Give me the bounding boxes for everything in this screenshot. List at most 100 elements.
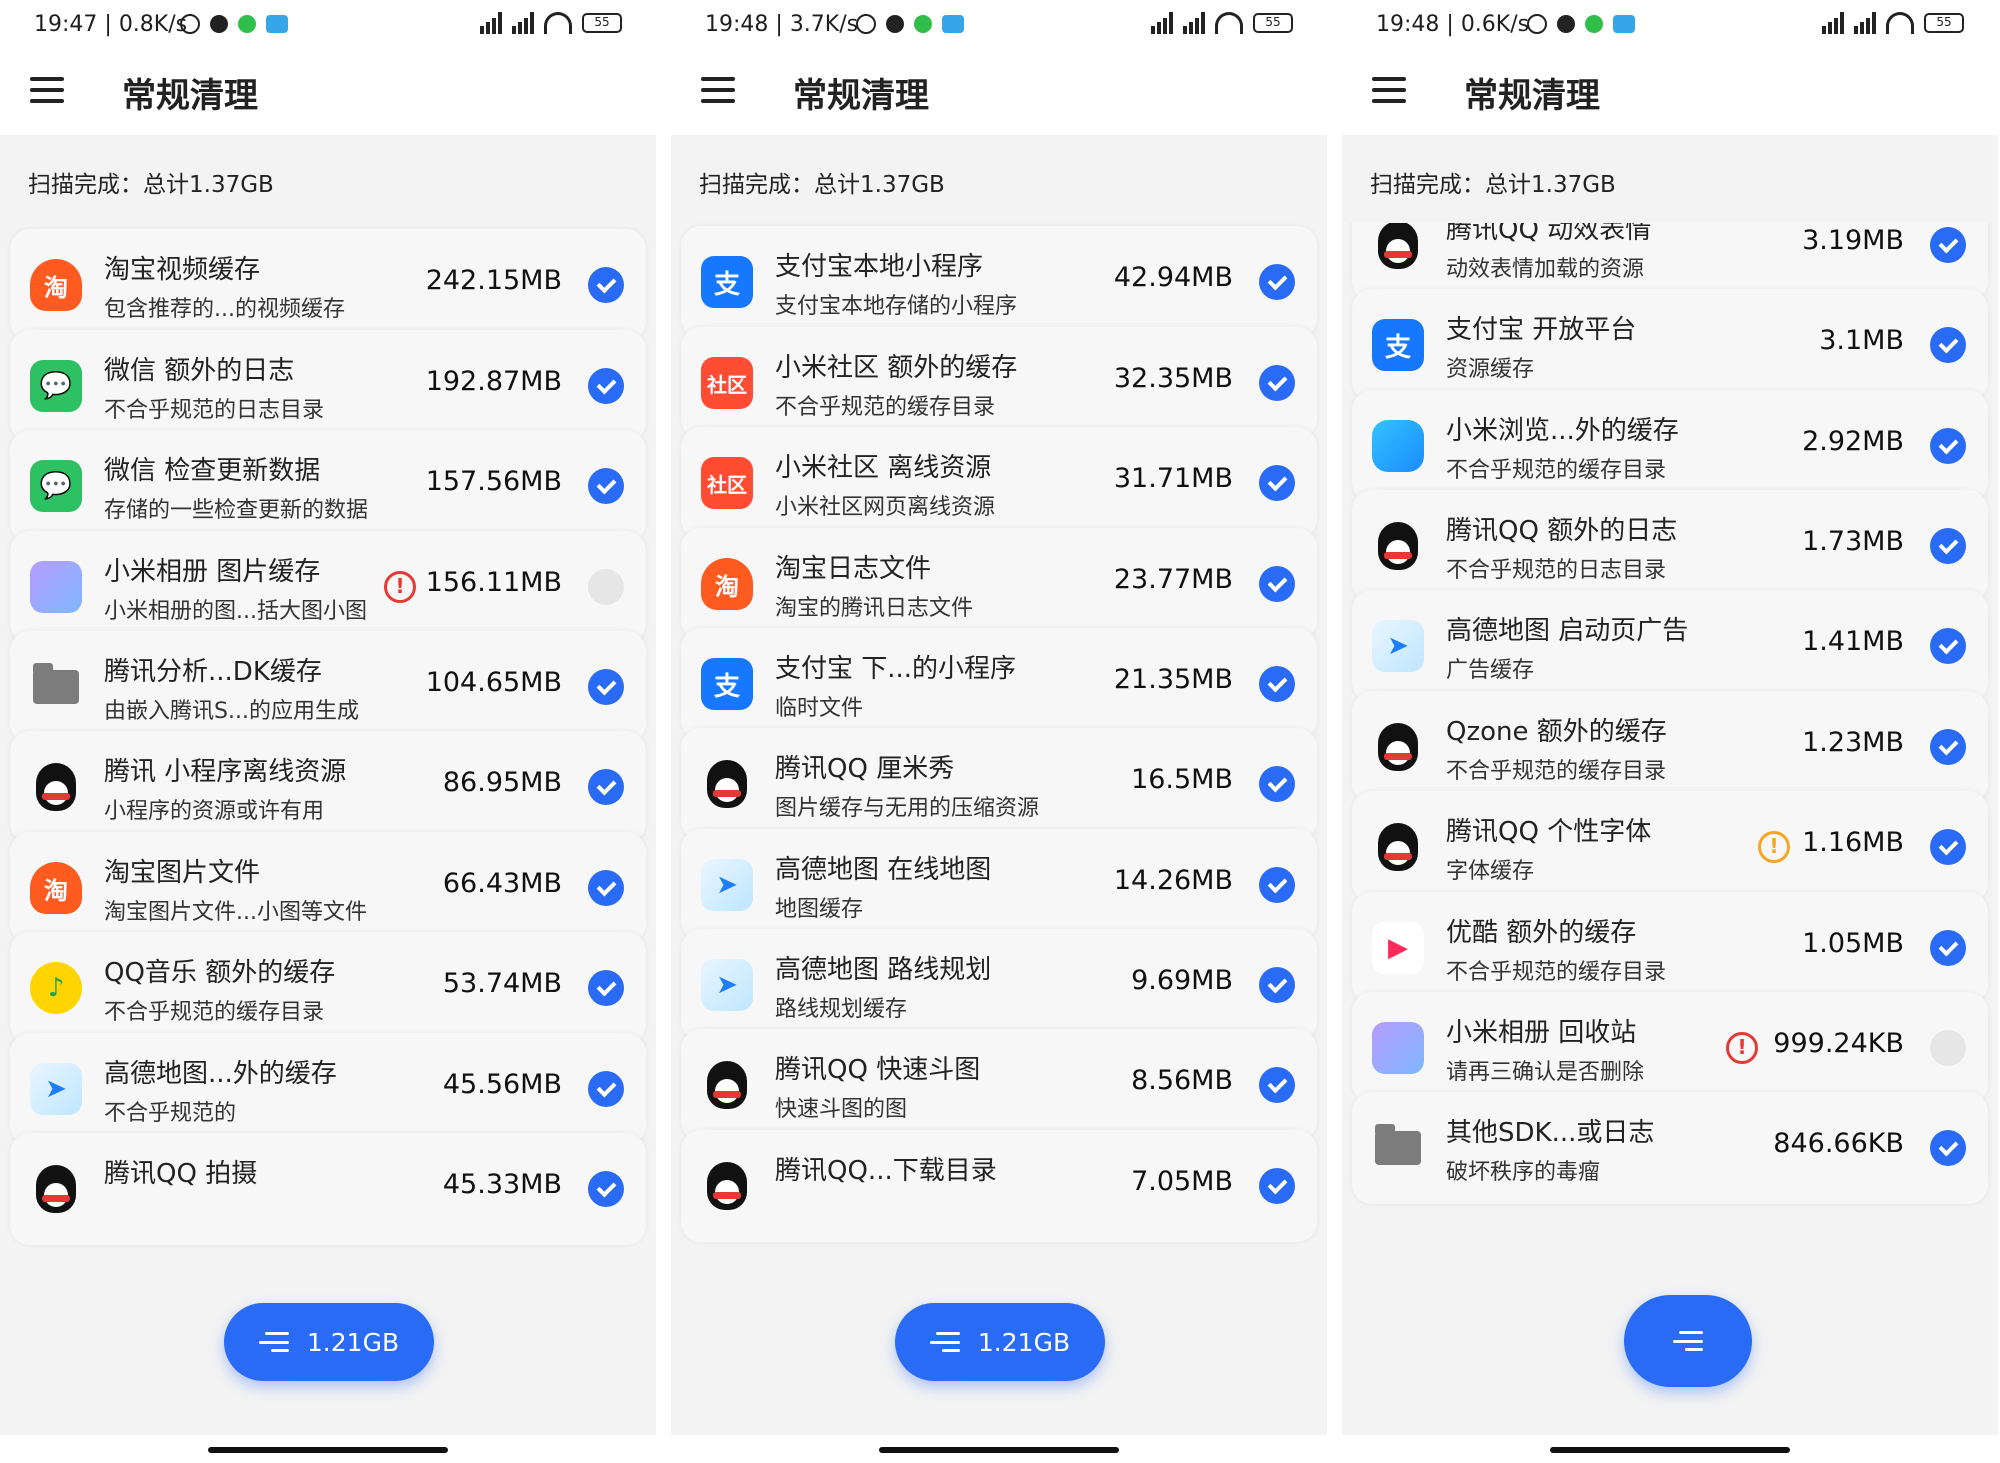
cleanup-item[interactable]: 💬 微信 检查更新数据 存储的一些检查更新的数据 157.56MB [10, 430, 646, 542]
item-title: 腾讯QQ 额外的日志 [1446, 516, 1678, 546]
checked-checkbox[interactable] [588, 1171, 624, 1207]
checked-checkbox[interactable] [1259, 566, 1295, 602]
checked-checkbox[interactable] [1259, 365, 1295, 401]
checked-checkbox[interactable] [1259, 465, 1295, 501]
cleanup-item[interactable]: 支支付宝本地小程序 支付宝本地存储的小程序 42.94MB [681, 226, 1317, 338]
warning-icon[interactable]: ! [1758, 831, 1790, 863]
checked-checkbox[interactable] [588, 1071, 624, 1107]
checked-checkbox[interactable] [1259, 264, 1295, 300]
unchecked-checkbox[interactable] [1930, 1030, 1966, 1066]
warning-icon[interactable]: ! [384, 571, 416, 603]
item-subtitle: 不合乎规范的日志目录 [1446, 558, 1667, 583]
cleanup-item[interactable]: 支支付宝 下...的小程序 临时文件 21.35MB [681, 628, 1317, 740]
item-title: 腾讯分析...DK缓存 [104, 657, 322, 687]
cleanup-item[interactable]: ➤ 高德地图 启动页广告 广告缓存 1.41MB [1352, 590, 1988, 702]
cleanup-item[interactable]: 💬 微信 额外的日志 不合乎规范的日志目录 192.87MB [10, 330, 646, 442]
clean-fab-button[interactable]: 1.21GB [895, 1303, 1105, 1381]
cleanup-item[interactable]: Qzone 额外的缓存 不合乎规范的缓存目录 1.23MB [1352, 691, 1988, 803]
qq-penguin [707, 1061, 747, 1109]
wechat-icon: 💬 [30, 360, 82, 412]
warning-icon[interactable]: ! [1726, 1032, 1758, 1064]
app-notification-icon [942, 15, 964, 33]
checked-checkbox[interactable] [588, 970, 624, 1006]
checked-checkbox[interactable] [588, 870, 624, 906]
item-subtitle: 由嵌入腾讯S...的应用生成 [104, 699, 359, 724]
unchecked-checkbox[interactable] [588, 569, 624, 605]
checked-checkbox[interactable] [1930, 428, 1966, 464]
app-notification-icon [1613, 15, 1635, 33]
item-size: 8.56MB [1131, 1065, 1233, 1096]
item-title: 支付宝 开放平台 [1446, 315, 1637, 345]
item-subtitle: 不合乎规范的 [104, 1101, 237, 1126]
checked-checkbox[interactable] [1930, 227, 1966, 263]
cleanup-item[interactable]: 社区 小米社区 离线资源 小米社区网页离线资源 31.71MB [681, 427, 1317, 539]
cleanup-item[interactable]: 小米相册 回收站 请再三确认是否删除 999.24KB! [1352, 992, 1988, 1104]
clean-fab-button[interactable] [1624, 1295, 1752, 1387]
item-title: QQ音乐 额外的缓存 [104, 958, 336, 988]
item-title: 淘宝图片文件 [104, 858, 261, 888]
phone-screen: 19:48 | 0.6K/s 55 常规清理 扫描完成：总计1.37GB 腾讯QQ 动效… [1342, 0, 1998, 1463]
status-time: 19:48 [705, 12, 769, 37]
xiaomi-album-icon [1372, 1022, 1424, 1074]
checked-checkbox[interactable] [1259, 967, 1295, 1003]
cleanup-item[interactable]: ♪ QQ音乐 额外的缓存 不合乎规范的缓存目录 53.74MB [10, 932, 646, 1044]
checked-checkbox[interactable] [1259, 867, 1295, 903]
cleanup-item[interactable]: 社区 小米社区 额外的缓存 不合乎规范的缓存目录 32.35MB [681, 327, 1317, 439]
checked-checkbox[interactable] [1930, 528, 1966, 564]
cleanup-item[interactable]: 腾讯分析...DK缓存 由嵌入腾讯S...的应用生成 104.65MB [10, 631, 646, 743]
menu-icon[interactable] [1372, 77, 1406, 103]
cleanup-item[interactable]: 腾讯QQ 额外的日志 不合乎规范的日志目录 1.73MB [1352, 490, 1988, 602]
checked-checkbox[interactable] [1930, 628, 1966, 664]
item-subtitle: 字体缓存 [1446, 859, 1535, 884]
checked-checkbox[interactable] [1930, 930, 1966, 966]
checked-checkbox[interactable] [1259, 1067, 1295, 1103]
checked-checkbox[interactable] [1930, 1130, 1966, 1166]
cleanup-item[interactable]: 其他SDK...或日志 破坏秩序的毒瘤 846.66KB [1352, 1092, 1988, 1204]
cleanup-item[interactable]: 腾讯QQ 拍摄 45.33MB [10, 1133, 646, 1245]
cleanup-item[interactable]: 淘淘宝日志文件 淘宝的腾讯日志文件 23.77MB [681, 528, 1317, 640]
item-title: 小米社区 离线资源 [775, 453, 992, 483]
cleanup-item[interactable]: 淘淘宝图片文件 淘宝图片文件...小图等文件 66.43MB [10, 832, 646, 944]
checked-checkbox[interactable] [1259, 766, 1295, 802]
cleanup-item[interactable]: 腾讯 小程序离线资源 小程序的资源或许有用 86.95MB [10, 731, 646, 843]
clean-fab-button[interactable]: 1.21GB [224, 1303, 434, 1381]
cleanup-item[interactable]: 小米相册 图片缓存 小米相册的图...括大图小图 156.11MB! [10, 531, 646, 643]
qq-icon [1372, 223, 1424, 271]
cleanup-item[interactable]: 小米浏览...外的缓存 不合乎规范的缓存目录 2.92MB [1352, 390, 1988, 502]
item-title: 淘宝日志文件 [775, 554, 932, 584]
checked-checkbox[interactable] [588, 368, 624, 404]
cleanup-item[interactable]: 支支付宝 开放平台 资源缓存 3.1MB [1352, 289, 1988, 401]
checked-checkbox[interactable] [1930, 327, 1966, 363]
checked-checkbox[interactable] [588, 267, 624, 303]
checked-checkbox[interactable] [588, 769, 624, 805]
cleanup-item[interactable]: 淘淘宝视频缓存 包含推荐的...的视频缓存 242.15MB [10, 229, 646, 341]
item-title: 腾讯QQ 动效表情 [1446, 223, 1652, 245]
cleanup-item[interactable]: ➤ 高德地图...外的缓存 不合乎规范的 45.56MB [10, 1033, 646, 1145]
item-size: 1.05MB [1802, 928, 1904, 959]
checked-checkbox[interactable] [588, 468, 624, 504]
item-title: 腾讯 小程序离线资源 [104, 757, 347, 787]
menu-icon[interactable] [30, 77, 64, 103]
item-subtitle: 不合乎规范的缓存目录 [775, 395, 996, 420]
cleanup-item[interactable]: 腾讯QQ 快速斗图 快速斗图的图 8.56MB [681, 1029, 1317, 1141]
item-size: 1.23MB [1802, 727, 1904, 758]
cleanup-item[interactable]: 腾讯QQ 个性字体 字体缓存 1.16MB! [1352, 791, 1988, 903]
cleanup-item[interactable]: 腾讯QQ 厘米秀 图片缓存与无用的压缩资源 16.5MB [681, 728, 1317, 840]
checked-checkbox[interactable] [588, 669, 624, 705]
checked-checkbox[interactable] [1930, 729, 1966, 765]
menu-icon[interactable] [701, 77, 735, 103]
wifi-icon [544, 12, 572, 34]
alarm-icon [1527, 14, 1547, 34]
cleanup-item[interactable]: ▶ 优酷 额外的缓存 不合乎规范的缓存目录 1.05MB [1352, 892, 1988, 1004]
cleanup-item[interactable]: ➤ 高德地图 路线规划 路线规划缓存 9.69MB [681, 929, 1317, 1041]
checked-checkbox[interactable] [1930, 829, 1966, 865]
item-size: 999.24KB [1773, 1028, 1904, 1059]
wifi-icon [1886, 12, 1914, 34]
cleanup-item[interactable]: ➤ 高德地图 在线地图 地图缓存 14.26MB [681, 829, 1317, 941]
checked-checkbox[interactable] [1259, 1168, 1295, 1204]
cleanup-item[interactable]: 腾讯QQ...下载目录 7.05MB [681, 1130, 1317, 1242]
checked-checkbox[interactable] [1259, 666, 1295, 702]
phone-screen: 19:48 | 3.7K/s 55 常规清理 扫描完成：总计1.37GB 支支付宝本地小… [671, 0, 1327, 1463]
item-size: 7.05MB [1131, 1166, 1233, 1197]
item-subtitle: 动效表情加载的资源 [1446, 257, 1645, 282]
